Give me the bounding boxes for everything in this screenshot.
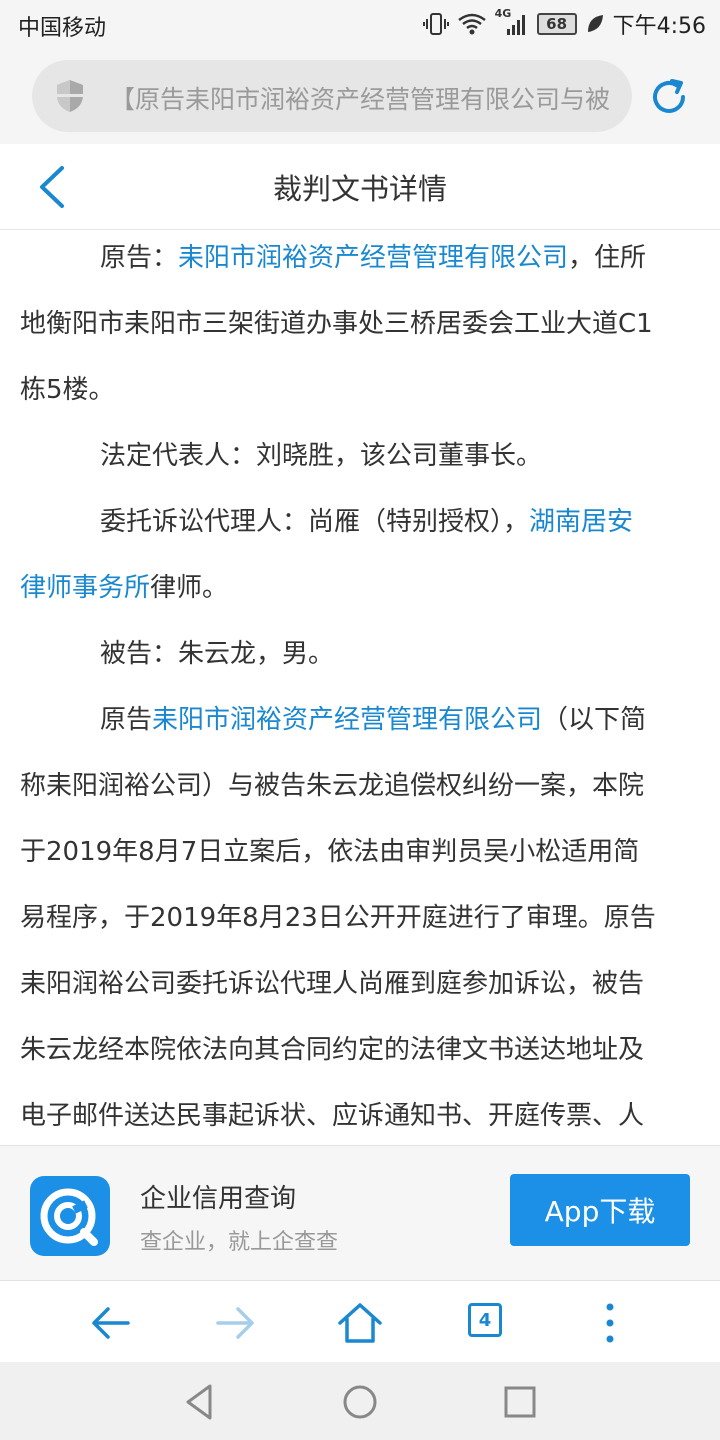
text-segment: 法定代表人：刘晓胜，该公司董事长。 — [100, 441, 543, 471]
forward-arrow-icon[interactable] — [212, 1299, 260, 1347]
document-line: 被告：朱云龙，男。 — [100, 626, 334, 692]
document-line: 易程序，于2019年8月23日公开开庭进行了审理。原告 — [20, 890, 656, 956]
document-content: 原告：耒阳市润裕资产经营管理有限公司，住所 地衡阳市耒阳市三架街道办事处三桥居委… — [0, 230, 720, 1145]
nav-recents-icon[interactable] — [500, 1382, 540, 1422]
text-segment: ，住所 — [568, 243, 647, 273]
carrier-label: 中国移动 — [18, 16, 107, 41]
reload-icon[interactable] — [646, 74, 692, 120]
text-segment: 电子邮件送达民事起诉状、应诉通知书、开庭传票、人 — [20, 1101, 645, 1131]
status-icons: 4G 68 下午4:56 — [422, 7, 706, 39]
browser-toolbar: 4 — [0, 1280, 720, 1362]
page-header: 裁判文书详情 — [0, 144, 720, 230]
law-firm-link[interactable]: 律师事务所 — [20, 573, 150, 603]
app-logo[interactable] — [30, 1176, 110, 1256]
url-text[interactable]: 【原告耒阳市润裕资产经营管理有限公司与被 — [110, 80, 630, 116]
document-line: 栋5楼。 — [20, 362, 115, 428]
system-nav-bar — [0, 1362, 720, 1440]
vibrate-icon — [422, 13, 449, 35]
app-download-button[interactable]: App下载 — [510, 1174, 690, 1246]
back-arrow-icon[interactable] — [86, 1299, 134, 1347]
status-bar: 中国移动 4G 68 下午4:56 — [0, 0, 720, 50]
promo-title: 企业信用查询 — [140, 1184, 297, 1214]
document-line: 原告耒阳市润裕资产经营管理有限公司（以下简 — [100, 692, 646, 758]
clock: 下午4:56 — [612, 14, 706, 39]
document-line: 电子邮件送达民事起诉状、应诉通知书、开庭传票、人 — [20, 1088, 644, 1145]
text-segment: 栋5楼。 — [20, 375, 115, 405]
page-title: 裁判文书详情 — [272, 172, 447, 206]
company-link[interactable]: 耒阳市润裕资产经营管理有限公司 — [152, 705, 542, 735]
text-segment: 易程序，于2019年8月23日公开开庭进行了审理。原告 — [20, 903, 656, 933]
home-icon[interactable] — [336, 1299, 384, 1347]
document-line: 朱云龙经本院依法向其合同约定的法律文书送达地址及 — [20, 1022, 644, 1088]
more-menu-icon[interactable] — [586, 1299, 634, 1347]
wifi-icon — [457, 13, 486, 35]
text-segment: 朱云龙经本院依法向其合同约定的法律文书送达地址及 — [20, 1035, 645, 1065]
nav-home-icon[interactable] — [340, 1382, 380, 1422]
nav-back-icon[interactable] — [180, 1382, 220, 1422]
leaf-icon — [587, 15, 603, 32]
promo-subtitle: 查企业，就上企查查 — [140, 1230, 339, 1255]
document-line: 法定代表人：刘晓胜，该公司董事长。 — [100, 428, 542, 494]
text-segment: 被告：朱云龙，男。 — [100, 639, 335, 669]
document-line: 耒阳润裕公司委托诉讼代理人尚雁到庭参加诉讼，被告 — [20, 956, 644, 1022]
text-segment: 称耒阳润裕公司）与被告朱云龙追偿权纠纷一案，本院 — [20, 771, 645, 801]
battery-icon: 68 — [536, 13, 577, 35]
url-bar[interactable]: 【原告耒阳市润裕资产经营管理有限公司与被 — [32, 60, 632, 132]
document-line: 委托诉讼代理人：尚雁（特别授权），湖南居安 — [100, 494, 633, 560]
text-segment: （以下简 — [542, 705, 647, 735]
company-link[interactable]: 耒阳市润裕资产经营管理有限公司 — [178, 243, 568, 273]
document-line: 于2019年8月7日立案后，依法由审判员吴小松适用简 — [20, 824, 639, 890]
signal-icon: 4G — [495, 7, 529, 37]
browser-address-area: 【原告耒阳市润裕资产经营管理有限公司与被 — [0, 50, 720, 144]
text-segment: 委托诉讼代理人：尚雁（特别授权）， — [100, 507, 530, 537]
text-segment: 地衡阳市耒阳市三架街道办事处三桥居委会工业大道C1 — [20, 309, 653, 339]
text-segment: 原告： — [100, 243, 179, 273]
document-line: 地衡阳市耒阳市三架街道办事处三桥居委会工业大道C1 — [20, 296, 653, 362]
qcc-logo-icon — [40, 1188, 98, 1246]
text-segment: 于2019年8月7日立案后，依法由审判员吴小松适用简 — [20, 837, 640, 867]
document-line: 律师事务所律师。 — [20, 560, 228, 626]
tab-count-icon[interactable]: 4 — [468, 1303, 502, 1337]
law-firm-link[interactable]: 湖南居安 — [529, 507, 633, 537]
app-promo-banner: 企业信用查询 查企业，就上企查查 App下载 — [0, 1145, 720, 1280]
document-line: 原告：耒阳市润裕资产经营管理有限公司，住所 — [100, 230, 646, 296]
text-segment: 原告 — [100, 705, 153, 735]
text-segment: 耒阳润裕公司委托诉讼代理人尚雁到庭参加诉讼，被告 — [20, 969, 645, 999]
text-segment: 律师。 — [150, 573, 229, 603]
document-line: 称耒阳润裕公司）与被告朱云龙追偿权纠纷一案，本院 — [20, 758, 644, 824]
shield-icon — [57, 80, 83, 112]
